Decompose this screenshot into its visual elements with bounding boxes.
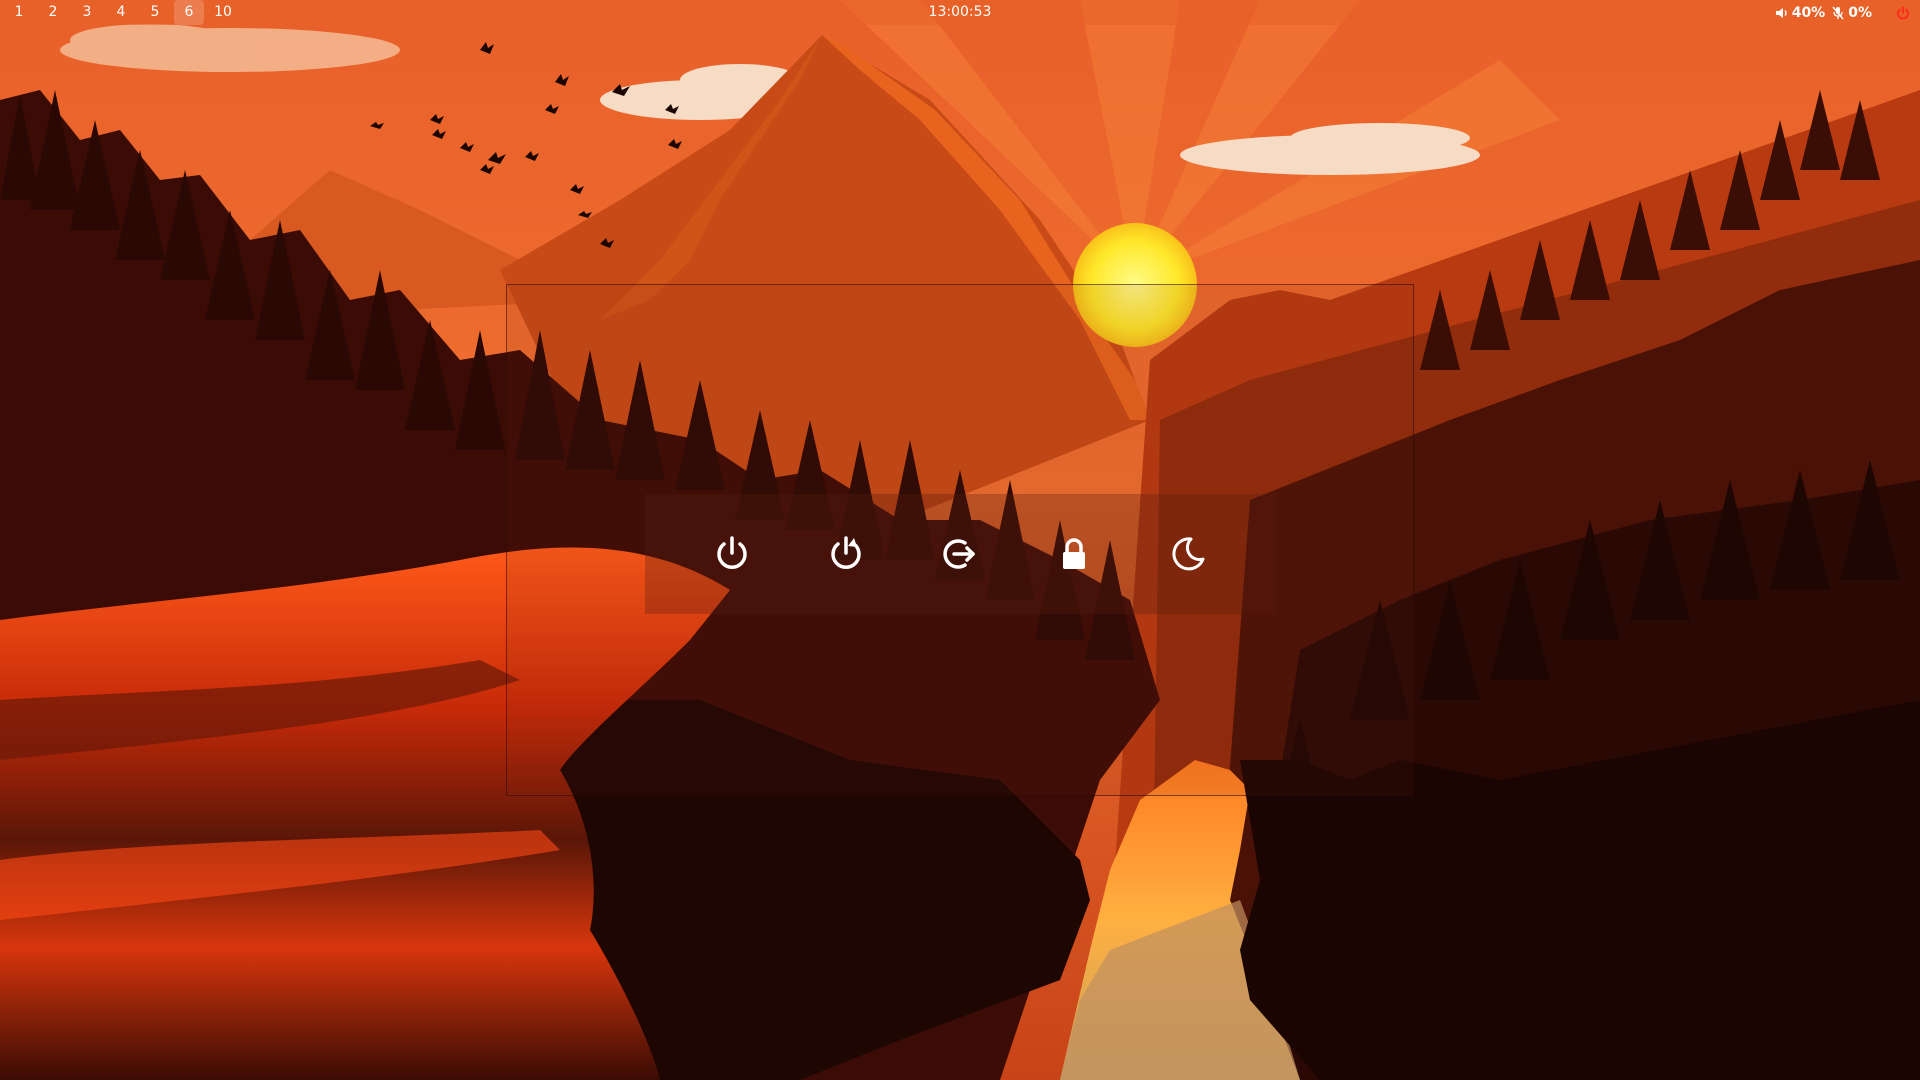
power-icon	[713, 535, 751, 573]
top-bar: 1 2 3 4 5 6 10 13:00:53 40% 0%	[0, 0, 1920, 25]
mic-muted-icon	[1831, 6, 1845, 20]
power-icon	[1896, 5, 1910, 20]
power-menu-button[interactable]	[1896, 5, 1910, 20]
logout-icon	[941, 535, 979, 573]
power-menu	[645, 494, 1275, 614]
workspace-6[interactable]: 6	[174, 0, 204, 25]
workspace-10[interactable]: 10	[208, 0, 238, 25]
speaker-icon	[1775, 6, 1789, 20]
lock-button[interactable]	[1046, 526, 1102, 582]
microphone-control[interactable]: 0%	[1831, 5, 1872, 21]
logout-button[interactable]	[932, 526, 988, 582]
moon-icon	[1169, 535, 1207, 573]
microphone-value: 0%	[1848, 4, 1872, 21]
lock-icon	[1055, 535, 1093, 573]
workspace-5[interactable]: 5	[140, 0, 170, 25]
system-tray: 40% 0%	[1775, 0, 1910, 25]
shutdown-button[interactable]	[704, 526, 760, 582]
reboot-icon	[827, 535, 865, 573]
volume-control[interactable]: 40%	[1775, 4, 1826, 21]
workspace-2[interactable]: 2	[38, 0, 68, 25]
workspace-3[interactable]: 3	[72, 0, 102, 25]
workspace-1[interactable]: 1	[4, 0, 34, 25]
reboot-button[interactable]	[818, 526, 874, 582]
clock: 13:00:53	[928, 4, 992, 20]
workspace-4[interactable]: 4	[106, 0, 136, 25]
volume-value: 40%	[1791, 4, 1826, 21]
suspend-button[interactable]	[1160, 526, 1216, 582]
workspace-switcher: 1 2 3 4 5 6 10	[0, 0, 242, 25]
